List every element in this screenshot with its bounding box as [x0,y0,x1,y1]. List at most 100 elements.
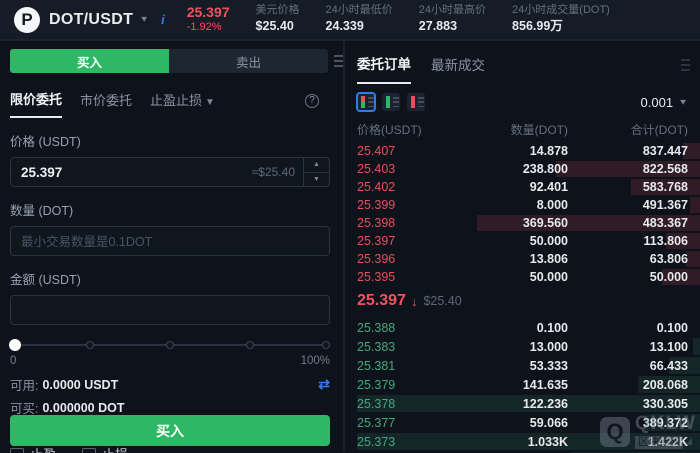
slider-min-label: 0 [10,355,16,367]
tab-limit-order[interactable]: 限价委托 [10,89,62,118]
tab-market-order[interactable]: 市价委托 [80,90,132,117]
orderbook-ask-row[interactable]: 25.3998.000491.367 [357,196,700,214]
watermark-name: QKLW [635,414,696,433]
stepper-down-icon[interactable]: ▼ [304,173,329,187]
view-asks-icon[interactable] [407,93,425,111]
total-cell: 330.305 [568,397,688,411]
amount-field [10,295,330,325]
stat-label: 美元价格 [256,3,300,18]
orderbook-panel: 委托订单 最新成交 0.001 ▼ [345,41,700,451]
stepper-up-icon[interactable]: ▲ [304,158,329,173]
orderbook-ask-row[interactable]: 25.39613.80663.806 [357,250,700,268]
orderbook-column-headers: 价格(USDT) 数量(DOT) 合计(DOT) [357,121,700,138]
precision-value: 0.001 [641,95,674,110]
amount-cell: 238.800 [462,162,568,176]
orderbook-ask-row[interactable]: 25.398369.560483.367 [357,214,700,232]
orderbook-ask-row[interactable]: 25.403238.800822.568 [357,160,700,178]
total-cell: 0.100 [568,321,688,335]
trading-page: P DOT/USDT ▼ i 25.397 -1.92% 美元价格 $25.40… [0,0,700,453]
depth-bar [686,251,700,267]
stat-24h-high: 24小时最高价 27.883 [419,3,486,36]
price-cell: 25.388 [357,321,462,335]
slider-dot-75[interactable] [246,341,254,349]
orderbook-bid-row[interactable]: 25.379141.635208.068 [357,375,700,394]
stat-usd-price: 美元价格 $25.40 [256,3,300,36]
panel-menu-icon[interactable] [681,59,690,71]
total-cell: 491.367 [568,198,688,212]
tab-open-orders[interactable]: 委托订单 [357,45,411,84]
coin-logo-icon: P [14,7,40,33]
panel-menu-icon[interactable] [334,55,343,67]
orderbook-bid-row[interactable]: 25.38313.00013.100 [357,337,700,356]
amount-cell: 14.878 [462,144,568,158]
total-cell: 208.068 [568,378,688,392]
price-cell: 25.396 [357,252,462,266]
price-usd-approx: ≈$25.40 [252,165,295,179]
view-bids-icon[interactable] [382,93,400,111]
quantity-input[interactable] [11,234,329,249]
stat-label: 24小时最低价 [326,3,393,18]
slider-handle[interactable] [9,339,21,351]
price-cell: 25.399 [357,198,462,212]
total-cell: 66.433 [568,359,688,373]
pair-name: DOT/USDT [49,11,133,29]
amount-cell: 0.100 [462,321,568,335]
help-icon[interactable]: ? [305,94,319,108]
price-cell: 25.383 [357,340,462,354]
orderbook-bid-row[interactable]: 25.3880.1000.100 [357,318,700,337]
pair-selector[interactable]: DOT/USDT ▼ [49,11,149,29]
price-cell: 25.407 [357,144,462,158]
stat-value: 27.883 [419,18,486,36]
slider-dot-50[interactable] [166,341,174,349]
depth-bar [690,197,700,213]
stat-24h-volume: 24小时成交量(DOT) 856.99万 [512,3,610,36]
orderbook-bid-row[interactable]: 25.38153.33366.433 [357,356,700,375]
buy-tab[interactable]: 买入 [10,49,169,73]
price-cell: 25.378 [357,397,462,411]
tab-latest-trades[interactable]: 最新成交 [431,46,485,83]
checkbox-icon[interactable] [10,448,24,453]
checkbox-icon[interactable] [82,448,96,453]
chevron-down-icon: ▼ [205,97,215,108]
orderbook-controls: 0.001 ▼ [357,93,700,111]
amount-cell: 13.806 [462,252,568,266]
stat-value: 24.339 [326,18,393,36]
available-label: 可用: [10,375,38,394]
current-price-row[interactable]: 25.397 ↓ $25.40 [357,288,700,314]
last-price-block: 25.397 -1.92% [187,4,230,35]
orderbook-ask-row[interactable]: 25.39550.00050.000 [357,268,700,286]
transfer-icon[interactable]: ⇄ [318,376,330,393]
orderbook-ask-row[interactable]: 25.40292.401583.768 [357,178,700,196]
view-both-icon[interactable] [357,93,375,111]
quantity-field [10,226,330,256]
orderbook-ask-row[interactable]: 25.40714.878837.447 [357,142,700,160]
sell-tab[interactable]: 卖出 [169,49,328,73]
slider-dot-25[interactable] [86,341,94,349]
amount-input[interactable] [11,303,329,318]
percent-slider[interactable] [10,339,330,351]
price-field: ≈$25.40 ▲ ▼ [10,157,330,187]
depth-bar [693,338,700,355]
price-cell: 25.402 [357,180,462,194]
total-cell: 837.447 [568,144,688,158]
amount-cell: 122.236 [462,397,568,411]
amount-field-label: 金额 (USDT) [10,269,343,288]
total-cell: 50.000 [568,270,688,284]
info-icon[interactable]: i [161,12,165,27]
slider-dot-100[interactable] [322,341,330,349]
current-price: 25.397 [357,292,406,310]
order-type-tabs: 限价委托 市价委托 止盈止损▼ ? [10,89,343,118]
watermark-triangle-icon [685,438,692,445]
orderbook-tabs: 委托订单 最新成交 [357,45,700,84]
submit-buy-button[interactable]: 买入 [10,415,330,446]
orderbook-bid-row[interactable]: 25.378122.236330.305 [357,394,700,413]
price-down-arrow-icon: ↓ [411,294,418,309]
precision-dropdown[interactable]: 0.001 ▼ [641,95,688,110]
chevron-down-icon: ▼ [139,15,149,24]
orderbook-ask-row[interactable]: 25.39750.000113.806 [357,232,700,250]
tab-stop-order[interactable]: 止盈止损▼ [150,90,215,117]
stat-label: 24小时最高价 [419,3,486,18]
slider-labels: 0 100% [10,355,330,367]
price-input[interactable] [11,165,252,180]
slider-max-label: 100% [301,355,330,367]
